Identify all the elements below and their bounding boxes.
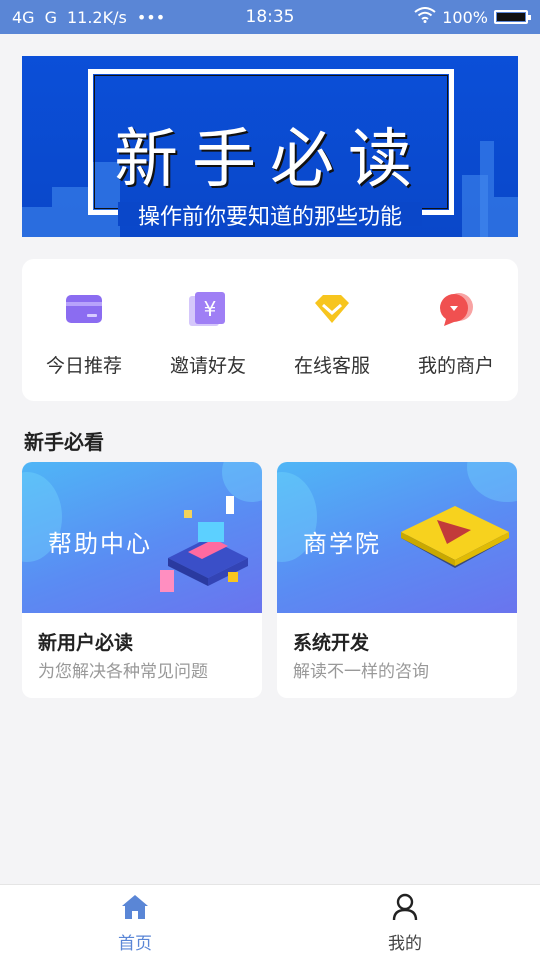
banner-subtitle: 操作前你要知道的那些功能	[137, 205, 402, 230]
quick-item-label: 今日推荐	[45, 355, 122, 377]
battery-icon	[494, 10, 531, 24]
diamond-icon	[312, 289, 352, 329]
guide-card-image: 商学院	[277, 462, 517, 613]
svg-text:¥: ¥	[204, 297, 217, 321]
signal-4g: 4G	[12, 7, 35, 27]
more-dots: •••	[136, 7, 166, 27]
yen-icon: ¥	[188, 289, 228, 329]
guide-card-help-center[interactable]: 帮助中心 新用户必读 为您解决各种常见问题	[22, 462, 262, 698]
banner-title: 新手必读	[114, 123, 426, 197]
battery-percent: 100%	[442, 7, 488, 27]
wifi-icon	[414, 7, 436, 27]
guide-card-business-school[interactable]: 商学院 系统开发 解读不一样的咨询	[277, 462, 517, 698]
quick-item-label: 我的商户	[417, 355, 494, 377]
guide-card-title: 系统开发	[293, 632, 370, 654]
quick-item-online-service[interactable]: 在线客服	[270, 259, 394, 401]
shop-chat-icon	[436, 289, 476, 329]
tab-bar: 首页 我的	[0, 884, 540, 960]
play-video-icon	[395, 498, 515, 584]
guide-card-desc: 为您解决各种常见问题	[38, 662, 208, 682]
signal-g: G	[44, 7, 57, 27]
tab-home[interactable]: 首页	[0, 885, 270, 960]
guide-card-desc: 解读不一样的咨询	[293, 662, 429, 682]
tab-home-label: 首页	[118, 934, 152, 954]
user-icon	[391, 893, 419, 925]
guide-card-image-label: 帮助中心	[48, 530, 152, 558]
quick-item-today-recommend[interactable]: 今日推荐	[22, 259, 146, 401]
isometric-illustration-icon	[158, 496, 258, 612]
quick-item-my-merchant[interactable]: 我的商户	[394, 259, 518, 401]
card-icon	[64, 289, 104, 329]
status-bar: 4G G 11.2K/s ••• 18:35 100%	[0, 0, 540, 34]
status-bar-right: 100%	[414, 7, 531, 27]
tab-mine[interactable]: 我的	[270, 885, 540, 960]
quick-item-invite-friends[interactable]: ¥ 邀请好友	[146, 259, 270, 401]
quick-item-label: 邀请好友	[169, 355, 246, 377]
quick-menu: 今日推荐 ¥ 邀请好友 在线客服 我的商户	[22, 259, 518, 401]
decor-blob	[467, 462, 517, 502]
tab-mine-label: 我的	[388, 934, 422, 954]
quick-item-label: 在线客服	[293, 355, 370, 377]
guide-card-image-label: 商学院	[303, 530, 381, 558]
status-bar-left: 4G G 11.2K/s •••	[12, 8, 165, 27]
banner[interactable]: 新手必读 操作前你要知道的那些功能	[22, 56, 518, 237]
section-title: 新手必看	[24, 430, 104, 454]
guide-card-image: 帮助中心	[22, 462, 262, 613]
net-speed: 11.2K/s	[66, 7, 127, 27]
home-icon	[120, 893, 150, 925]
guide-card-title: 新用户必读	[38, 632, 134, 654]
